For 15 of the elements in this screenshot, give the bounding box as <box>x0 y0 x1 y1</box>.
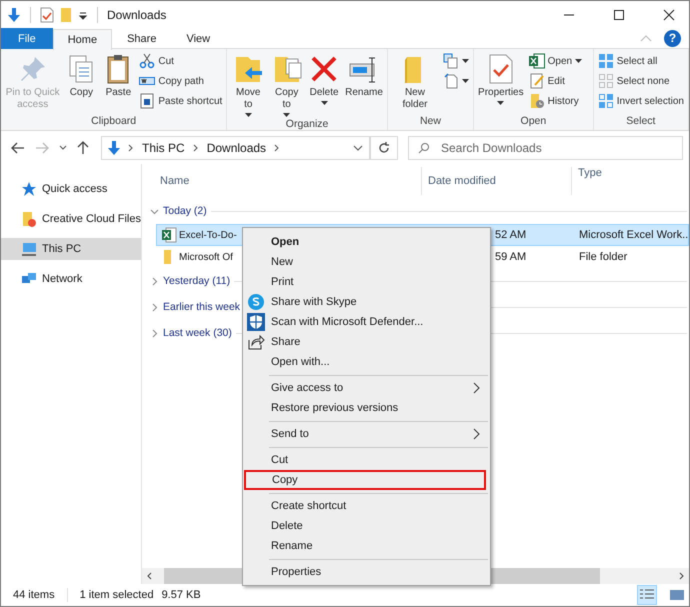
status-text: 44 items <box>13 589 55 601</box>
file-name: Excel-To-Do- <box>179 230 237 240</box>
ribbon-group-label: Open <box>520 115 548 129</box>
date-cell: 52 AM <box>495 229 526 241</box>
type-cell: Microsoft Excel Work... <box>579 229 689 241</box>
ribbon-group-label: Clipboard <box>90 115 138 129</box>
status-text: 1 item selected <box>80 589 154 601</box>
window-title: Downloads <box>107 8 166 22</box>
status-text: 9.57 KB <box>162 589 201 601</box>
ribbon-group-label: Select <box>625 115 656 129</box>
file-name: Microsoft Of <box>179 252 233 262</box>
ribbon-group-label: Organize <box>284 118 330 130</box>
type-cell: File folder <box>579 251 628 263</box>
date-cell: 59 AM <box>495 251 526 263</box>
ribbon-group-label: New <box>418 115 442 129</box>
